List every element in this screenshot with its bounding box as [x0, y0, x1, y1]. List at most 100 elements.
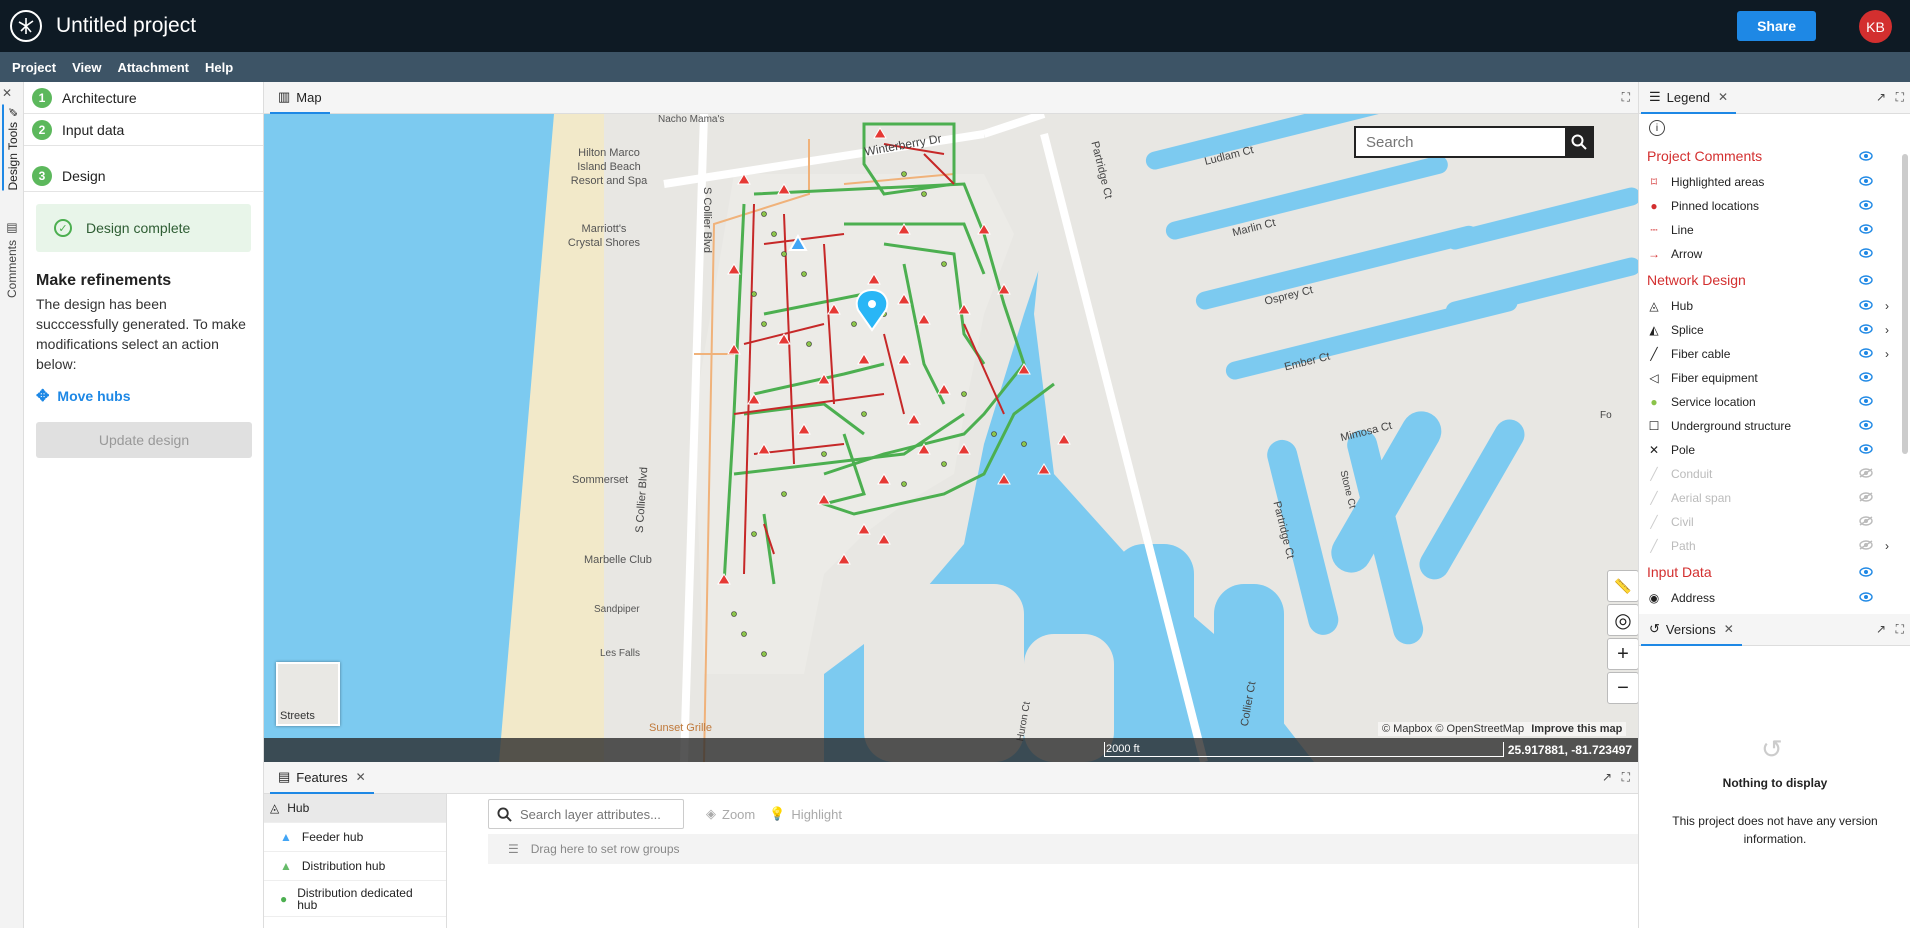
legend-row[interactable]: ◬ Hub ›	[1639, 294, 1910, 318]
legend-row[interactable]: ● Service location	[1639, 390, 1910, 414]
share-button[interactable]: Share	[1737, 11, 1816, 41]
step-input-data[interactable]: 2 Input data	[24, 114, 263, 146]
update-design-button[interactable]: Update design	[36, 422, 252, 458]
chevron-right-icon[interactable]: ›	[1885, 299, 1889, 313]
menu-view[interactable]: View	[72, 60, 101, 75]
legend-row[interactable]: ╱ Path ›	[1639, 534, 1910, 558]
step-architecture[interactable]: 1 Architecture	[24, 82, 263, 114]
tab-features[interactable]: ▤ Features ✕	[270, 762, 374, 794]
cursor-coordinates: 25.917881, -81.723497	[1507, 743, 1632, 757]
menu-project[interactable]: Project	[12, 60, 56, 75]
close-icon[interactable]: ✕	[1718, 90, 1728, 104]
chevron-right-icon[interactable]: ›	[1885, 347, 1889, 361]
close-icon[interactable]: ✕	[2, 86, 12, 100]
feature-layer-distribution-hub[interactable]: ▲ Distribution hub	[264, 852, 446, 881]
tab-map[interactable]: ▥ Map	[270, 82, 330, 114]
feature-layer-distribution-dedicated-hub[interactable]: ● Distribution dedicated hub	[264, 881, 446, 917]
legend-visibility-toggle[interactable]	[1859, 591, 1873, 605]
tab-comments[interactable]: Comments ▤	[2, 222, 22, 298]
popout-icon[interactable]: ↗	[1876, 622, 1886, 636]
legend-visibility-toggle[interactable]	[1859, 371, 1873, 385]
locate-button[interactable]: ◎	[1607, 604, 1638, 636]
legend-visibility-toggle[interactable]	[1859, 299, 1873, 313]
legend-section-visibility-toggle[interactable]	[1859, 272, 1873, 288]
legend-visibility-toggle[interactable]	[1859, 395, 1873, 409]
legend-visibility-toggle[interactable]	[1859, 515, 1873, 529]
legend-row[interactable]: ◁ Fiber equipment	[1639, 366, 1910, 390]
legend-scrollbar[interactable]	[1902, 154, 1908, 454]
legend-row[interactable]: ☐ Underground structure	[1639, 414, 1910, 438]
legend-row[interactable]: ╱ Aerial span	[1639, 486, 1910, 510]
feature-layer-feeder-hub[interactable]: ▲ Feeder hub	[264, 823, 446, 852]
move-hubs-label: Move hubs	[57, 388, 131, 404]
search-button[interactable]	[1565, 128, 1592, 156]
chevron-right-icon[interactable]: ›	[1885, 539, 1889, 553]
legend-row[interactable]: ┄ Line	[1639, 218, 1910, 242]
highlight-button[interactable]: 💡 Highlight	[769, 806, 842, 822]
map-place-label: Hilton Marco Island Beach Resort and Spa	[570, 147, 648, 187]
improve-map-link[interactable]: Improve this map	[1531, 723, 1622, 735]
info-icon[interactable]: i	[1649, 120, 1665, 136]
legend-row[interactable]: ● Pinned locations	[1639, 194, 1910, 218]
map-view[interactable]: Nacho Mama's Hilton Marco Island Beach R…	[264, 114, 1638, 762]
legend-row[interactable]: ◭ Splice ›	[1639, 318, 1910, 342]
layer-attribute-search-input[interactable]	[520, 806, 670, 822]
tab-design-tools[interactable]: Design Tools ✎	[2, 104, 22, 191]
legend-visibility-toggle[interactable]	[1859, 247, 1873, 261]
menu-help[interactable]: Help	[205, 60, 233, 75]
attribution-text[interactable]: © Mapbox © OpenStreetMap	[1382, 723, 1524, 735]
legend-section[interactable]: Project Comments	[1639, 142, 1910, 170]
legend-visibility-toggle[interactable]	[1859, 323, 1873, 337]
move-hubs-link[interactable]: ✥ Move hubs	[36, 386, 251, 406]
legend-visibility-toggle[interactable]	[1859, 443, 1873, 457]
maximize-icon[interactable]: ⛶	[1622, 770, 1630, 785]
legend-row[interactable]: ◉ Address	[1639, 586, 1910, 610]
maximize-icon[interactable]: ⛶	[1896, 90, 1904, 105]
close-icon[interactable]: ✕	[356, 770, 366, 784]
maximize-icon[interactable]: ⛶	[1622, 90, 1630, 105]
legend-visibility-toggle[interactable]	[1859, 491, 1873, 505]
basemap-toggle[interactable]: Streets	[276, 662, 340, 726]
legend-visibility-toggle[interactable]	[1859, 347, 1873, 361]
legend-visibility-toggle[interactable]	[1859, 419, 1873, 433]
tab-versions[interactable]: ↺ Versions ✕	[1641, 614, 1742, 646]
legend-section-visibility-toggle[interactable]	[1859, 564, 1873, 580]
popout-icon[interactable]: ↗	[1876, 90, 1886, 104]
top-bar: Untitled project Share KB	[0, 0, 1910, 52]
legend-row[interactable]: ╱ Conduit	[1639, 462, 1910, 486]
legend-section[interactable]: Input Data	[1639, 558, 1910, 586]
step-design[interactable]: 3 Design	[24, 146, 263, 192]
menu-attachment[interactable]: Attachment	[117, 60, 189, 75]
app-logo-icon[interactable]	[10, 10, 42, 42]
maximize-icon[interactable]: ⛶	[1896, 622, 1904, 637]
popout-icon[interactable]: ↗	[1602, 770, 1612, 784]
legend-row[interactable]: ╱ Civil	[1639, 510, 1910, 534]
legend-row[interactable]: ╱ Fiber cable ›	[1639, 342, 1910, 366]
legend-section-visibility-toggle[interactable]	[1859, 148, 1873, 164]
ruler-button[interactable]: 📏	[1607, 570, 1638, 602]
legend-visibility-toggle[interactable]	[1859, 223, 1873, 237]
design-tools-panel: 1 Architecture 2 Input data 3 Design ✓ D…	[24, 82, 264, 928]
legend-visibility-toggle[interactable]	[1859, 467, 1873, 481]
zoom-button[interactable]: ◈ Zoom	[706, 806, 755, 822]
map-search-input[interactable]	[1356, 128, 1565, 156]
zoom-in-button[interactable]: +	[1607, 638, 1638, 670]
legend-section[interactable]: Network Design	[1639, 266, 1910, 294]
row-group-drop-zone[interactable]: ☰ Drag here to set row groups	[488, 834, 1638, 864]
legend-visibility-toggle[interactable]	[1859, 175, 1873, 189]
legend-panel: i Project Comments ⌑ Highlighted areas ● Pin…	[1638, 114, 1910, 614]
legend-row[interactable]: → Arrow	[1639, 242, 1910, 266]
legend-visibility-toggle[interactable]	[1859, 539, 1873, 553]
project-title[interactable]: Untitled project	[56, 14, 196, 38]
legend-row[interactable]: ✕ Pole	[1639, 438, 1910, 462]
legend-row[interactable]: ⌑ Highlighted areas	[1639, 170, 1910, 194]
chevron-right-icon[interactable]: ›	[1885, 323, 1889, 337]
zoom-out-button[interactable]: −	[1607, 672, 1638, 704]
legend-visibility-toggle[interactable]	[1859, 199, 1873, 213]
eye-icon	[1859, 372, 1873, 382]
map-canvas[interactable]	[264, 114, 1638, 762]
user-avatar[interactable]: KB	[1859, 10, 1892, 43]
feature-layer-hub[interactable]: ◬ Hub	[264, 794, 446, 823]
tab-legend[interactable]: ☰ Legend ✕	[1641, 82, 1737, 114]
close-icon[interactable]: ✕	[1724, 622, 1734, 636]
